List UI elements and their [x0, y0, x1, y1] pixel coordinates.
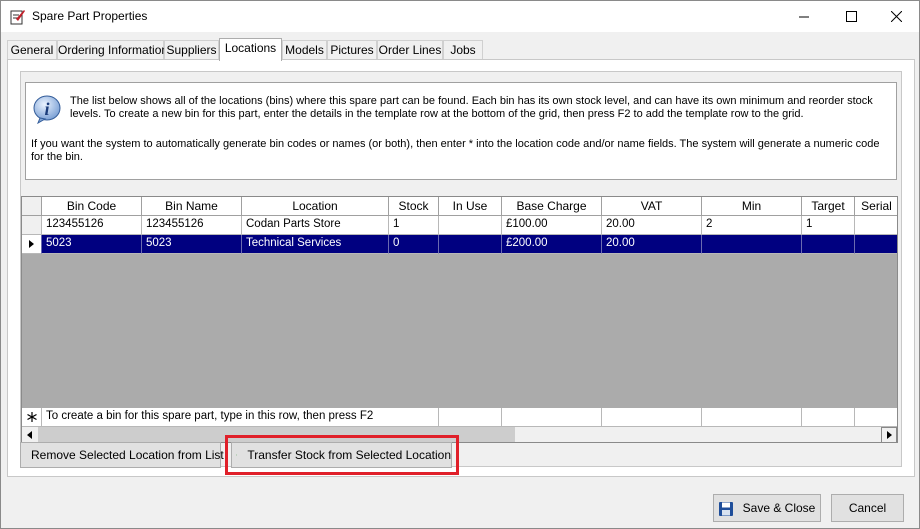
- spare-part-properties-window: Spare Part Properties General Ordering I…: [0, 0, 920, 529]
- save-close-button[interactable]: Save & Close: [713, 494, 821, 522]
- column-header-in-use[interactable]: In Use: [439, 197, 502, 216]
- minimize-icon: [799, 16, 809, 17]
- tab-order-lines[interactable]: Order Lines: [377, 40, 443, 60]
- template-row-hint[interactable]: To create a bin for this spare part, typ…: [42, 408, 439, 427]
- column-header-vat[interactable]: VAT: [602, 197, 702, 216]
- remove-location-button[interactable]: Remove Selected Location from List: [20, 442, 224, 468]
- close-icon: [890, 11, 902, 22]
- template-row[interactable]: To create a bin for this spare part, typ…: [22, 408, 897, 427]
- cell-vat[interactable]: 20.00: [602, 235, 702, 254]
- minimize-button[interactable]: [781, 1, 827, 32]
- cell-serial[interactable]: [855, 235, 897, 254]
- tab-locations[interactable]: Locations: [219, 38, 282, 61]
- cell-min[interactable]: 2: [702, 216, 802, 235]
- table-row[interactable]: 123455126 123455126 Codan Parts Store 1 …: [22, 216, 897, 235]
- floppy-disk-icon: [719, 502, 733, 516]
- cell-in-use[interactable]: [439, 216, 502, 235]
- current-row-arrow-icon: [29, 240, 34, 248]
- column-header-min[interactable]: Min: [702, 197, 802, 216]
- locations-panel: i The list below shows all of the locati…: [7, 59, 915, 477]
- cell-base-charge[interactable]: £100.00: [502, 216, 602, 235]
- scroll-right-icon: [887, 431, 892, 439]
- cell-location[interactable]: Codan Parts Store: [242, 216, 389, 235]
- column-header-bin-name[interactable]: Bin Name: [142, 197, 242, 216]
- template-cell-in-use[interactable]: [439, 408, 502, 427]
- column-header-stock[interactable]: Stock: [389, 197, 439, 216]
- cancel-label: Cancel: [848, 501, 887, 515]
- tab-pictures[interactable]: Pictures: [327, 40, 377, 60]
- template-cell-target[interactable]: [802, 408, 855, 427]
- info-box: i The list below shows all of the locati…: [25, 82, 897, 180]
- maximize-button[interactable]: [828, 1, 874, 32]
- column-header-bin-code[interactable]: Bin Code: [42, 197, 142, 216]
- cell-bin-name[interactable]: 5023: [142, 235, 242, 254]
- tab-jobs[interactable]: Jobs: [443, 40, 483, 60]
- locations-content: i The list below shows all of the locati…: [20, 71, 902, 467]
- row-header[interactable]: [22, 216, 42, 235]
- cell-target[interactable]: [802, 235, 855, 254]
- column-header-target[interactable]: Target: [802, 197, 855, 216]
- scroll-track[interactable]: [515, 427, 881, 442]
- cell-bin-name[interactable]: 123455126: [142, 216, 242, 235]
- remove-location-label: Remove Selected Location from List: [31, 448, 224, 462]
- template-cell-base-charge[interactable]: [502, 408, 602, 427]
- transfer-stock-label: Transfer Stock from Selected Location: [247, 448, 451, 462]
- cancel-button[interactable]: Cancel: [831, 494, 904, 522]
- horizontal-scrollbar[interactable]: [22, 427, 897, 442]
- scroll-left-button[interactable]: [22, 427, 38, 442]
- maximize-icon: [845, 11, 857, 22]
- cell-stock[interactable]: 0: [389, 235, 439, 254]
- info-text-primary: The list below shows all of the location…: [70, 95, 873, 120]
- template-cell-serial[interactable]: [855, 408, 897, 427]
- svg-text:i: i: [44, 99, 49, 119]
- refresh-arrows-icon: [236, 454, 238, 456]
- info-text-secondary: If you want the system to automatically …: [31, 138, 880, 163]
- tab-ordering-information[interactable]: Ordering Information: [57, 40, 168, 60]
- title-bar: Spare Part Properties: [1, 1, 919, 32]
- row-header-corner: [22, 197, 42, 216]
- cell-stock[interactable]: 1: [389, 216, 439, 235]
- column-header-base-charge[interactable]: Base Charge: [502, 197, 602, 216]
- column-header-location[interactable]: Location: [242, 197, 389, 216]
- template-cell-min[interactable]: [702, 408, 802, 427]
- cell-in-use[interactable]: [439, 235, 502, 254]
- app-icon: [10, 10, 25, 25]
- cell-location[interactable]: Technical Services: [242, 235, 389, 254]
- cell-bin-code[interactable]: 5023: [42, 235, 142, 254]
- cell-target[interactable]: 1: [802, 216, 855, 235]
- grid-header-row: Bin Code Bin Name Location Stock In Use …: [22, 197, 897, 216]
- cell-base-charge[interactable]: £200.00: [502, 235, 602, 254]
- transfer-stock-button[interactable]: Transfer Stock from Selected Location: [231, 442, 452, 468]
- row-header-current[interactable]: [22, 235, 42, 254]
- cell-serial[interactable]: [855, 216, 897, 235]
- template-cell-vat[interactable]: [602, 408, 702, 427]
- cell-bin-code[interactable]: 123455126: [42, 216, 142, 235]
- table-row-selected[interactable]: 5023 5023 Technical Services 0 £200.00 2…: [22, 235, 897, 254]
- new-row-asterisk-icon: [27, 412, 37, 422]
- info-icon: i: [33, 95, 61, 124]
- window-title: Spare Part Properties: [32, 9, 148, 23]
- bins-grid[interactable]: Bin Code Bin Name Location Stock In Use …: [21, 196, 898, 443]
- scroll-left-icon: [27, 431, 32, 439]
- cell-vat[interactable]: 20.00: [602, 216, 702, 235]
- tab-general[interactable]: General: [7, 40, 57, 60]
- close-button[interactable]: [873, 1, 919, 32]
- save-close-label: Save & Close: [742, 501, 816, 515]
- column-header-serial[interactable]: Serial: [855, 197, 897, 216]
- scroll-right-button[interactable]: [881, 427, 897, 442]
- row-header-new[interactable]: [22, 408, 42, 427]
- cell-min[interactable]: [702, 235, 802, 254]
- tab-models[interactable]: Models: [282, 40, 327, 60]
- tab-suppliers[interactable]: Suppliers: [164, 40, 219, 60]
